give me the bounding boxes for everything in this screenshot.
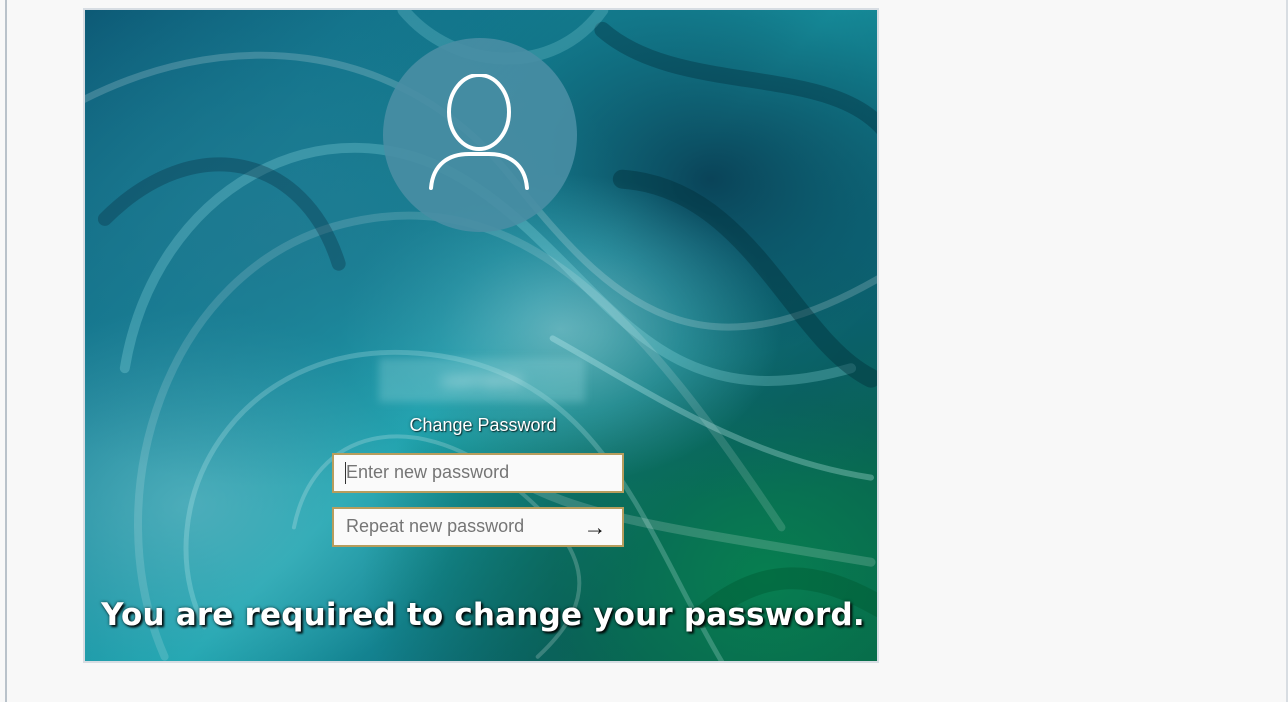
user-avatar	[383, 38, 577, 232]
blurred-username: username	[379, 358, 585, 402]
change-password-title: Change Password	[409, 415, 557, 435]
password-change-screen: username Change Password → You are requi…	[83, 8, 879, 663]
password-change-required-message: You are required to change your password…	[101, 597, 865, 633]
repeat-password-field[interactable]: →	[332, 507, 624, 547]
user-silhouette-icon	[429, 74, 529, 190]
arrow-right-icon[interactable]: →	[581, 513, 609, 541]
page: username Change Password → You are requi…	[0, 0, 1288, 702]
new-password-input[interactable]	[334, 455, 586, 489]
repeat-password-input[interactable]	[334, 509, 586, 543]
left-divider	[5, 0, 7, 702]
new-password-field[interactable]	[332, 453, 624, 493]
text-cursor	[345, 462, 346, 484]
